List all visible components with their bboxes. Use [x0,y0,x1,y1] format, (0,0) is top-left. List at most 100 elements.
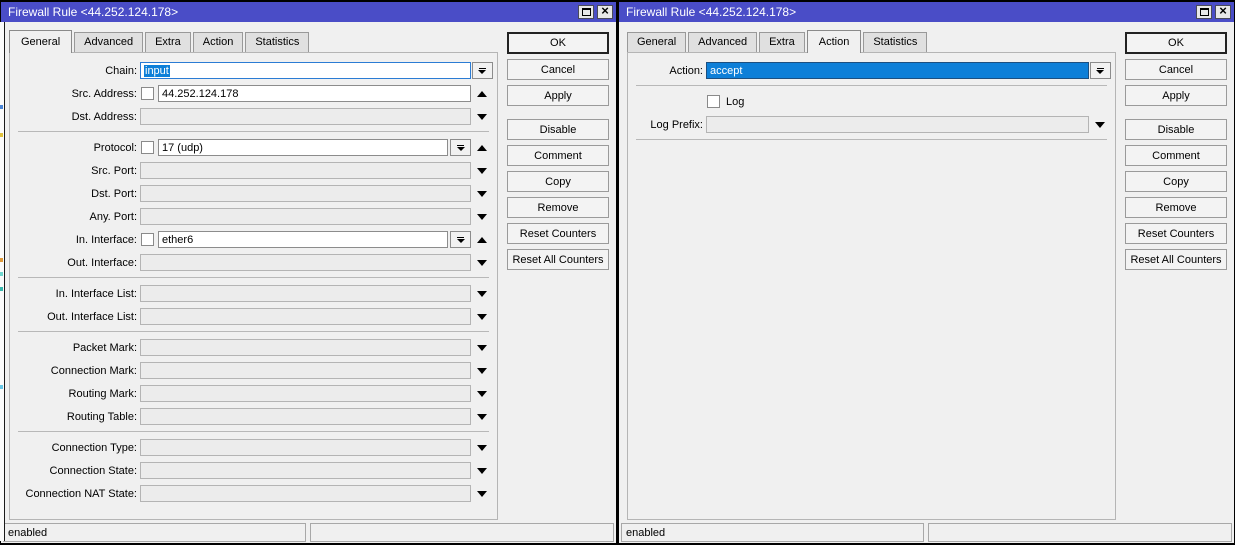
copy-button[interactable]: Copy [507,171,609,192]
connection-mark-row: Connection Mark: [20,362,493,379]
in-interface-checkbox[interactable] [141,233,154,246]
action-dropdown-button[interactable] [1090,62,1111,79]
expand-arrow-icon[interactable] [477,114,487,120]
tab-statistics[interactable]: Statistics [863,32,927,52]
reset-counters-button[interactable]: Reset Counters [1125,223,1227,244]
connection-type-row: Connection Type: [20,439,493,456]
apply-button[interactable]: Apply [507,85,609,106]
tab-general[interactable]: General [627,32,686,52]
expand-arrow-icon[interactable] [477,445,487,451]
disable-button[interactable]: Disable [1125,119,1227,140]
chain-dropdown-button[interactable] [472,62,493,79]
disable-button[interactable]: Disable [507,119,609,140]
tab-advanced[interactable]: Advanced [688,32,757,52]
expand-arrow-icon[interactable] [477,414,487,420]
restore-button[interactable] [1196,5,1212,19]
expand-arrow-icon[interactable] [477,314,487,320]
src-port-field[interactable] [140,162,471,179]
remove-button[interactable]: Remove [1125,197,1227,218]
tab-bar: General Advanced Extra Action Statistics [9,26,311,52]
close-button[interactable]: × [1215,5,1231,19]
tab-extra[interactable]: Extra [145,32,191,52]
in-interface-list-field[interactable] [140,285,471,302]
expand-arrow-icon[interactable] [477,191,487,197]
src-address-field[interactable]: 44.252.124.178 [158,85,471,102]
remove-button[interactable]: Remove [507,197,609,218]
any-port-field[interactable] [140,208,471,225]
routing-table-field[interactable] [140,408,471,425]
firewall-rule-window-general: Firewall Rule <44.252.124.178> × General… [1,2,616,543]
connection-type-field[interactable] [140,439,471,456]
cancel-button[interactable]: Cancel [1125,59,1227,80]
collapse-arrow-icon[interactable] [477,237,487,243]
in-interface-field[interactable]: ether6 [158,231,448,248]
titlebar[interactable]: Firewall Rule <44.252.124.178> × [619,2,1234,22]
ok-button[interactable]: OK [1125,32,1227,54]
cancel-button[interactable]: Cancel [507,59,609,80]
dst-port-field[interactable] [140,185,471,202]
expand-arrow-icon[interactable] [477,368,487,374]
comment-button[interactable]: Comment [507,145,609,166]
packet-mark-field[interactable] [140,339,471,356]
tab-extra[interactable]: Extra [759,32,805,52]
reset-counters-button[interactable]: Reset Counters [507,223,609,244]
expand-arrow-icon[interactable] [477,291,487,297]
expand-arrow-icon[interactable] [477,214,487,220]
out-interface-list-field[interactable] [140,308,471,325]
apply-button[interactable]: Apply [1125,85,1227,106]
reset-all-counters-button[interactable]: Reset All Counters [1125,249,1227,270]
connection-mark-field[interactable] [140,362,471,379]
collapse-arrow-icon[interactable] [477,91,487,97]
expand-arrow-icon[interactable] [477,468,487,474]
connection-nat-state-row: Connection NAT State: [20,485,493,502]
collapse-arrow-icon[interactable] [477,145,487,151]
connection-nat-state-field[interactable] [140,485,471,502]
out-interface-row: Out. Interface: [20,254,493,271]
copy-button[interactable]: Copy [1125,171,1227,192]
in-interface-dropdown-button[interactable] [450,231,471,248]
out-interface-list-label: Out. Interface List: [20,311,140,323]
out-interface-list-row: Out. Interface List: [20,308,493,325]
in-interface-list-label: In. Interface List: [20,288,140,300]
protocol-row: Protocol: 17 (udp) [20,139,493,156]
protocol-dropdown-button[interactable] [450,139,471,156]
tab-statistics[interactable]: Statistics [245,32,309,52]
chain-field[interactable]: input [140,62,471,79]
routing-mark-field[interactable] [140,385,471,402]
protocol-checkbox[interactable] [141,141,154,154]
log-prefix-field[interactable] [706,116,1089,133]
close-button[interactable]: × [597,5,613,19]
restore-icon [1200,8,1209,16]
restore-button[interactable] [578,5,594,19]
routing-mark-label: Routing Mark: [20,388,140,400]
tab-general[interactable]: General [9,30,72,53]
routing-table-label: Routing Table: [20,411,140,423]
tab-advanced[interactable]: Advanced [74,32,143,52]
expand-arrow-icon[interactable] [477,391,487,397]
expand-arrow-icon[interactable] [477,491,487,497]
tab-action[interactable]: Action [807,30,862,53]
dropdown-bar-icon [1097,68,1104,69]
titlebar[interactable]: Firewall Rule <44.252.124.178> × [1,2,616,22]
any-port-label: Any. Port: [20,211,140,223]
dst-address-row: Dst. Address: [20,108,493,125]
protocol-field[interactable]: 17 (udp) [158,139,448,156]
expand-arrow-icon[interactable] [477,345,487,351]
connection-state-field[interactable] [140,462,471,479]
comment-button[interactable]: Comment [1125,145,1227,166]
tab-action[interactable]: Action [193,32,244,52]
connection-type-label: Connection Type: [20,442,140,454]
dst-address-field[interactable] [140,108,471,125]
src-address-checkbox[interactable] [141,87,154,100]
expand-arrow-icon[interactable] [477,260,487,266]
dropdown-arrow-icon [478,70,486,74]
ok-button[interactable]: OK [507,32,609,54]
expand-arrow-icon[interactable] [477,168,487,174]
reset-all-counters-button[interactable]: Reset All Counters [507,249,609,270]
out-interface-field[interactable] [140,254,471,271]
expand-arrow-icon[interactable] [1095,122,1105,128]
button-column: OK Cancel Apply Disable Comment Copy Rem… [507,32,609,275]
log-checkbox[interactable] [707,95,720,108]
dropdown-bar-icon [457,237,464,238]
action-field[interactable]: accept [706,62,1089,79]
